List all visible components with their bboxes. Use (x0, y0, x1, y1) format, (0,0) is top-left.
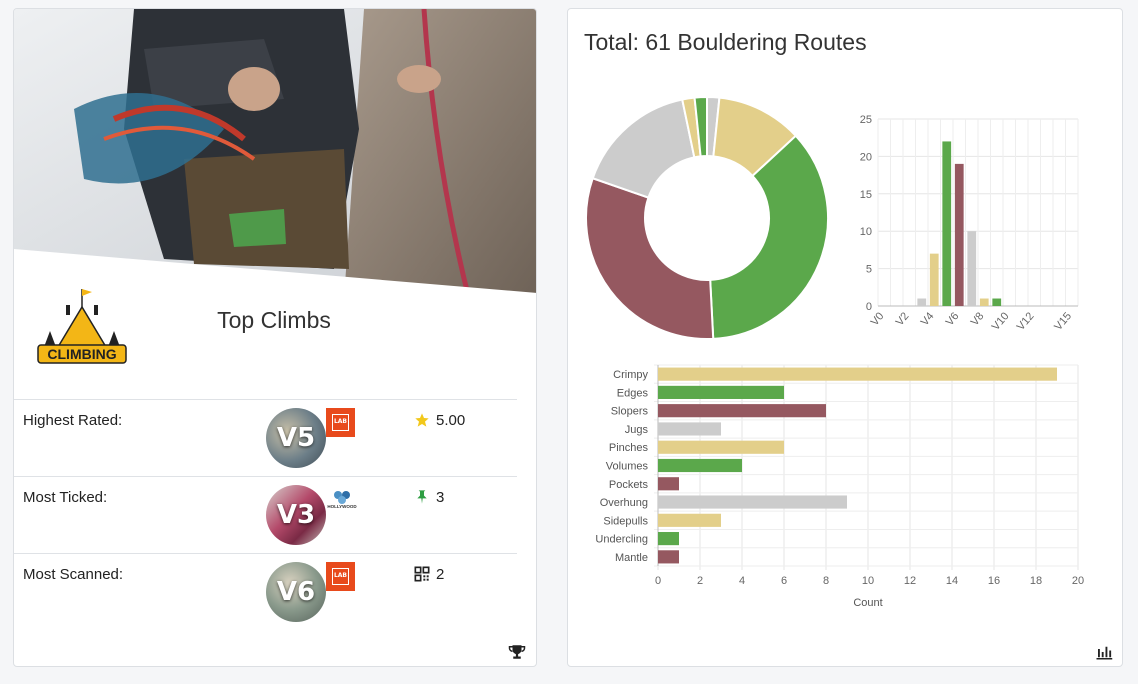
x-tick-label: V15 (1052, 310, 1074, 333)
x-tick-label: 18 (1030, 575, 1042, 587)
bar-v4 (929, 253, 939, 306)
bar-jugs (658, 422, 721, 436)
y-tick-label: 20 (860, 151, 872, 163)
gym-badge-text: LAB (332, 414, 349, 431)
most-ticked-row: Most Ticked: V3 HOLLYWOOD 3 (14, 476, 517, 554)
y-category-label: Jugs (625, 424, 649, 436)
y-category-label: Pinches (609, 442, 649, 454)
grade-doughnut-chart (585, 95, 829, 340)
bar-undercling (658, 532, 679, 546)
most-ticked-label: Most Ticked: (23, 489, 108, 506)
most-scanned-row: Most Scanned: V6 LAB 2 (14, 553, 517, 631)
climbing-gym-logo: CLIMBING (37, 289, 127, 364)
bar-crimpy (658, 367, 1057, 381)
x-tick-label: 14 (946, 575, 958, 587)
x-axis-title: Count (853, 597, 882, 609)
bar-v8 (979, 298, 989, 306)
ticks-value: 3 (436, 489, 445, 506)
y-category-label: Crimpy (613, 369, 648, 381)
grade-label: V5 (276, 423, 316, 453)
bar-pinches (658, 440, 784, 454)
donut-slice-v6 (585, 176, 715, 340)
gym-logo-text: HOLLYWOOD (327, 504, 357, 509)
grade-thumbnail[interactable]: V3 (266, 485, 326, 545)
y-tick-label: 15 (860, 189, 872, 201)
rating-value: 5.00 (436, 412, 466, 429)
trophy-icon (508, 645, 526, 659)
bar-sidepulls (658, 513, 721, 527)
x-tick-label: 12 (904, 575, 916, 587)
donut-slice-v5 (709, 134, 829, 340)
y-category-label: Undercling (595, 534, 648, 546)
y-tick-label: 25 (860, 114, 872, 126)
x-tick-label: V2 (894, 310, 912, 328)
y-category-label: Slopers (611, 406, 649, 418)
logo-text: CLIMBING (47, 346, 116, 362)
y-category-label: Volumes (606, 461, 649, 473)
pin-icon (417, 490, 427, 504)
y-category-label: Edges (617, 387, 649, 399)
bar-mantle (658, 550, 679, 564)
x-tick-label: 4 (739, 575, 745, 587)
grade-thumbnail[interactable]: V5 (266, 408, 326, 468)
bar-volumes (658, 458, 742, 473)
donut-slice-v7 (591, 98, 696, 199)
top-climbs-title: Top Climbs (217, 307, 331, 333)
bar-v5 (942, 141, 952, 306)
x-tick-label: V4 (919, 310, 937, 328)
bar-slopers (658, 404, 826, 418)
total-routes-title: Total: 61 Bouldering Routes (584, 29, 867, 55)
y-tick-label: 5 (866, 264, 872, 276)
gym-badge[interactable]: LAB (326, 408, 355, 437)
x-tick-label: 10 (862, 575, 874, 587)
bar-v7 (967, 231, 977, 306)
highest-rated-row: Highest Rated: V5 LAB 5.00 (14, 399, 517, 477)
qr-code-icon (414, 566, 430, 582)
grade-thumbnail[interactable]: V6 (266, 562, 326, 622)
bar-edges (658, 385, 784, 399)
routes-summary-card: Total: 61 Bouldering Routes 0 5 10 15 20 25 V0… (567, 8, 1123, 667)
gym-badge[interactable]: LAB (326, 562, 355, 591)
bar-v9 (992, 298, 1002, 306)
highest-rated-label: Highest Rated: (23, 412, 123, 429)
x-tick-label: 2 (697, 575, 703, 587)
x-tick-label: V6 (944, 310, 962, 328)
y-tick-label: 10 (860, 226, 872, 238)
scans-value: 2 (436, 566, 445, 583)
grade-bar-chart: 0510152025V0 V2 V4 V6 V8 V10 V12 V15 (860, 114, 1079, 333)
style-bar-chart: 0 2 4 6 8 10 12 14 16 18 20 Crimpy Edges Slopers Jugs P… (595, 364, 1084, 609)
x-tick-label: 8 (823, 575, 829, 587)
bar-v3 (917, 298, 927, 306)
grade-label: V6 (276, 577, 316, 607)
y-tick-label: 0 (866, 301, 872, 313)
bar-pockets (658, 477, 679, 491)
y-category-label: Overhung (600, 497, 648, 509)
gym-badge-text: LAB (332, 568, 349, 585)
x-tick-label: 16 (988, 575, 1000, 587)
bar-v6 (954, 163, 964, 306)
hollywood-gym-logo[interactable]: HOLLYWOOD (326, 488, 358, 514)
y-category-label: Sidepulls (603, 515, 648, 527)
x-tick-label: V10 (990, 310, 1012, 333)
bar-chart-icon (1096, 646, 1113, 660)
star-icon (415, 413, 429, 427)
x-tick-label: 0 (655, 575, 661, 587)
top-climbs-card: CLIMBING Top Climbs Highest Rated: V5 LA… (13, 8, 537, 667)
y-category-label: Mantle (615, 552, 648, 564)
most-scanned-label: Most Scanned: (23, 566, 124, 583)
x-tick-label: V12 (1015, 310, 1037, 333)
climber-hero-image (14, 9, 536, 299)
grade-label: V3 (276, 500, 316, 530)
x-tick-label: 20 (1072, 575, 1084, 587)
bar-overhung (658, 495, 847, 509)
x-tick-label: V8 (969, 310, 987, 328)
x-tick-label: 6 (781, 575, 787, 587)
y-category-label: Pockets (609, 479, 649, 491)
